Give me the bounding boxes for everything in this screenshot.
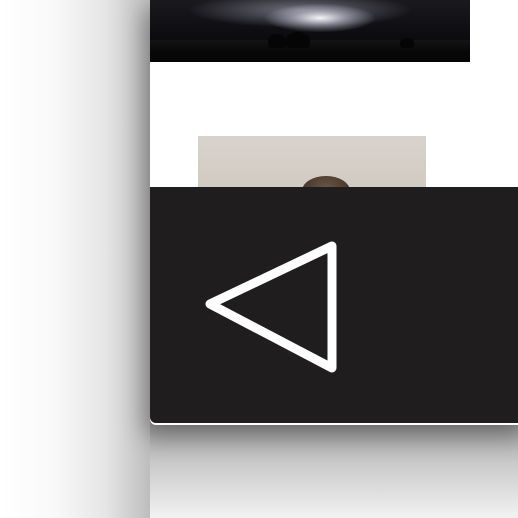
tree-silhouette [268, 34, 286, 48]
back-button[interactable] [200, 238, 346, 378]
lightning-storm-photo[interactable] [150, 0, 470, 62]
back-triangle-icon [205, 241, 337, 373]
device-shadow [150, 420, 518, 518]
screenshot-stage [0, 0, 518, 518]
tree-silhouette [286, 32, 310, 48]
photo-horizon [150, 40, 470, 54]
background-gradient [0, 0, 150, 518]
tree-silhouette [400, 38, 414, 48]
